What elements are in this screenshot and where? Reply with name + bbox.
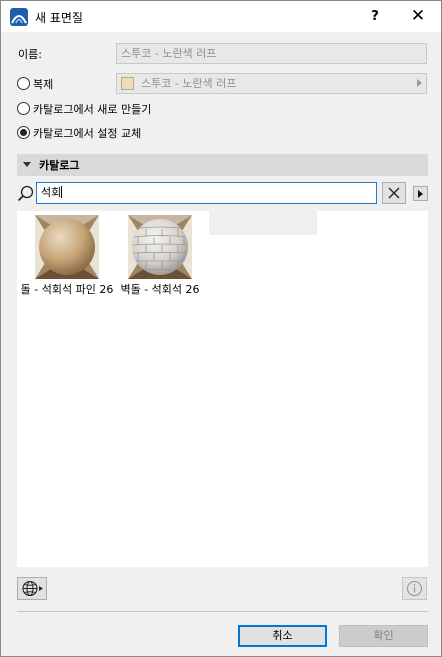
text-caret [61, 186, 63, 198]
window-title: 새 표면질 [35, 11, 83, 25]
archicad-icon [10, 8, 28, 26]
radio-new-from-catalog-label[interactable]: 카탈로그에서 새로 만들기 [33, 101, 151, 117]
catalog-item-limestone-brick[interactable]: 벽돌 - 석회석 26 [110, 215, 210, 297]
catalog-item-limestone-fine[interactable]: 돌 - 석회석 파인 26 [17, 215, 117, 297]
catalog-search-input[interactable]: 석회 [36, 182, 377, 204]
search-value: 석회 [41, 186, 62, 199]
radio-new-from-catalog[interactable] [17, 102, 30, 115]
clear-search-button[interactable] [382, 182, 406, 204]
ok-button[interactable]: 확인 [339, 625, 428, 647]
name-label: 이름: [18, 48, 42, 61]
name-field[interactable]: 스투코 - 노란색 러프 [116, 43, 427, 64]
search-icon [17, 185, 34, 202]
title-bar[interactable]: 새 표면질 ? ✕ [1, 1, 441, 32]
globe-menu-button[interactable] [17, 577, 47, 600]
clear-x-icon [388, 187, 400, 199]
collapse-arrow-icon[interactable] [23, 162, 31, 167]
catalog-strip [209, 211, 317, 235]
info-button[interactable] [402, 577, 427, 600]
help-button[interactable]: ? [361, 3, 389, 30]
close-button[interactable]: ✕ [401, 3, 435, 30]
footer-divider [17, 611, 428, 612]
new-surface-dialog: 새 표면질 ? ✕ 이름: 스투코 - 노란색 러프 복제 스투코 - 노란색 … [0, 0, 442, 657]
dropdown-arrow-icon [417, 79, 422, 87]
color-swatch [121, 77, 134, 90]
catalog-grid: 돌 - 석회석 파인 26 벽돌 - 석회석 26 [17, 211, 428, 567]
radio-duplicate-label[interactable]: 복제 [33, 76, 53, 92]
catalog-item-label: 돌 - 석회석 파인 26 [20, 283, 114, 296]
radio-replace-from-catalog-label[interactable]: 카탈로그에서 설정 교체 [33, 125, 141, 141]
limestone-brick-sphere-thumbnail [128, 215, 192, 279]
catalog-section-label: 카탈로그 [39, 159, 80, 172]
catalog-item-label: 벽돌 - 석회석 26 [120, 283, 200, 296]
duplicate-source-dropdown[interactable]: 스투코 - 노란색 러프 [116, 73, 427, 94]
radio-duplicate[interactable] [17, 77, 30, 90]
globe-icon [22, 580, 43, 597]
info-icon [406, 580, 423, 597]
catalog-more-button[interactable] [413, 186, 428, 201]
limestone-sphere-thumbnail [35, 215, 99, 279]
duplicate-source-value: 스투코 - 노란색 러프 [141, 77, 237, 90]
catalog-section-header[interactable]: 카탈로그 [17, 154, 428, 176]
radio-replace-from-catalog[interactable] [17, 126, 30, 139]
name-field-value: 스투코 - 노란색 러프 [121, 47, 217, 60]
cancel-button[interactable]: 취소 [238, 625, 327, 647]
